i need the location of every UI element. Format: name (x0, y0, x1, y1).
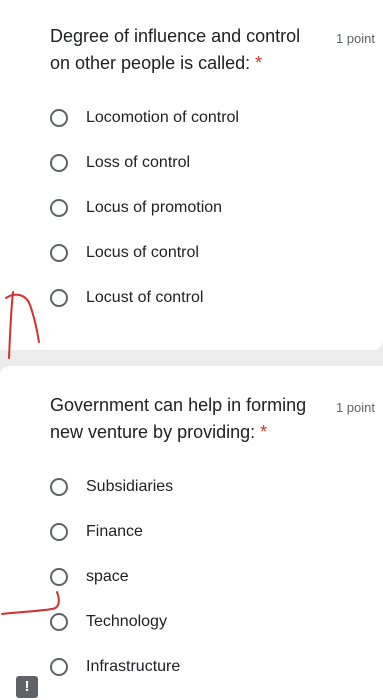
option-finance[interactable]: Finance (50, 520, 143, 544)
question-card-1: Degree of influence and control on other… (0, 0, 383, 350)
option-locomotion-of-control[interactable]: Locomotion of control (50, 106, 239, 130)
option-label: Infrastructure (86, 658, 181, 675)
option-locust-of-control[interactable]: Locust of control (50, 286, 203, 310)
option-label: Locust of control (86, 289, 204, 306)
radio-button[interactable] (50, 523, 68, 541)
option-label: Subsidiaries (86, 478, 174, 495)
option-technology[interactable]: Technology (50, 610, 167, 634)
option-label: Locomotion of control (86, 109, 239, 126)
required-asterisk: * (260, 422, 268, 442)
option-label: Technology (86, 613, 167, 630)
radio-button[interactable] (50, 658, 68, 676)
option-loss-of-control[interactable]: Loss of control (50, 151, 190, 175)
question-text: Government can help in forming new ventu… (50, 395, 307, 442)
radio-button[interactable] (50, 244, 68, 262)
radio-button[interactable] (50, 613, 68, 631)
points-label: 1 point (335, 400, 375, 415)
option-locus-of-promotion[interactable]: Locus of promotion (50, 196, 222, 220)
radio-button[interactable] (50, 154, 68, 172)
question-card-2: Government can help in forming new ventu… (0, 366, 383, 700)
option-subsidiaries[interactable]: Subsidiaries (50, 475, 173, 499)
question-title-2: Government can help in forming new ventu… (50, 392, 320, 446)
option-label: space (86, 568, 129, 585)
radio-button[interactable] (50, 478, 68, 496)
option-label: Locus of promotion (86, 199, 223, 216)
radio-button[interactable] (50, 568, 68, 586)
option-locus-of-control[interactable]: Locus of control (50, 241, 199, 265)
option-infrastructure[interactable]: Infrastructure (50, 655, 180, 679)
question-title-1: Degree of influence and control on other… (50, 23, 320, 77)
option-label: Loss of control (86, 154, 191, 171)
radio-button[interactable] (50, 199, 68, 217)
radio-button[interactable] (50, 289, 68, 307)
question-text: Degree of influence and control on other… (50, 26, 301, 73)
option-label: Finance (86, 523, 143, 540)
option-label: Locus of control (86, 244, 199, 261)
option-space[interactable]: space (50, 565, 129, 589)
radio-button[interactable] (50, 109, 68, 127)
report-icon[interactable]: ! (16, 676, 38, 698)
points-label: 1 point (335, 31, 375, 46)
required-asterisk: * (255, 53, 263, 73)
